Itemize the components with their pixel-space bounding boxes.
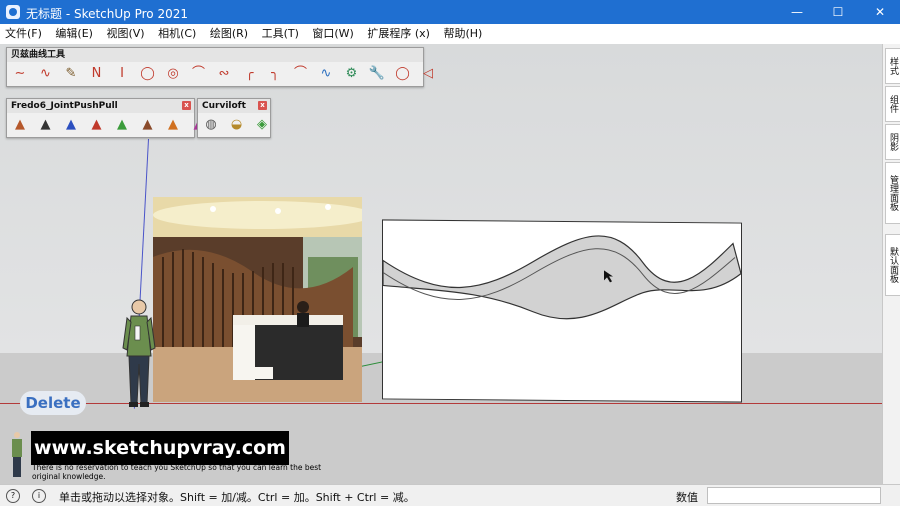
menu-view[interactable]: 视图(V) [101,24,149,44]
bezier-toolbar-label: 贝兹曲线工具 [11,50,66,60]
pushpull-red-icon[interactable]: ▲ [87,116,107,134]
curve-blue-icon[interactable]: ∿ [316,65,336,83]
loft-along-path-icon[interactable]: ◒ [227,116,247,134]
pushpull-green-icon[interactable]: ▲ [112,116,132,134]
watermark-figure [8,431,26,482]
tab-components[interactable]: 组件 [885,86,900,122]
bezier-curve-toolbar: 贝兹曲线工具 ∼ ∿ ✎ Ν I ◯ ◎ ⌒ ∾ ╭ ╮ ⌒ ∿ ⚙ 🔧 ◯ ◁ [6,47,433,87]
menu-camera[interactable]: 相机(C) [153,24,201,44]
window-title: 无标题 - SketchUp Pro 2021 [26,7,188,21]
pushpull-blue-icon[interactable]: ▲ [61,116,81,134]
value-label: 数值 [676,491,698,504]
bezier-toolbar-title: 贝兹曲线工具 [7,48,423,62]
status-bar: ? i 单击或拖动以选择对象。Shift = 加/减。Ctrl = 加。Shif… [0,484,900,506]
tab-default-tray[interactable]: 默认面板 [885,234,900,296]
reference-photo[interactable] [153,197,362,402]
wave-icon[interactable]: ∾ [214,65,234,83]
triangle-icon[interactable]: ◁ [418,65,438,83]
info-icon[interactable]: i [32,489,46,503]
tab-styles[interactable]: 样式 [885,48,900,84]
loft-by-spline-icon[interactable]: ◍ [201,116,221,134]
close-button[interactable]: ✕ [866,3,894,21]
curviloft-toolbar-label: Curviloft [202,101,246,111]
circle-curve-icon[interactable]: ◯ [138,65,158,83]
corner-right-icon[interactable]: ╮ [265,65,285,83]
arc-icon[interactable]: ⌒ [189,65,209,83]
status-message: 单击或拖动以选择对象。Shift = 加/减。Ctrl = 加。Shift + … [59,491,415,504]
fredo-toolbar-close-button[interactable]: x [182,101,191,110]
pushpull-orange-icon[interactable]: ▲ [10,116,30,134]
geo-location-icon[interactable]: ? [6,489,20,503]
curviloft-toolbar-close-button[interactable]: x [258,101,267,110]
segment-icon[interactable]: I [112,65,132,83]
pushpull-brown-icon[interactable]: ▲ [138,116,158,134]
fredo-toolbar-label: Fredo6_JointPushPull [11,101,118,111]
menu-draw[interactable]: 绘图(R) [205,24,253,44]
watermark-note: There is no reservation to teach you Ske… [32,463,322,481]
arc-2-icon[interactable]: ⌒ [291,65,311,83]
spline-icon[interactable]: Ν [87,65,107,83]
menu-extensions[interactable]: 扩展程序 (x) [362,24,435,44]
ellipse-icon[interactable]: ◯ [393,65,413,83]
curviloft-toolbar: Curviloft x ◍ ◒ ◈ [197,98,271,138]
tab-shadows[interactable]: 阴影 [885,124,900,160]
right-tray: 样式 组件 阴影 管理面板 默认面板 [882,44,900,484]
menu-edit[interactable]: 编辑(E) [50,24,98,44]
freehand-icon[interactable]: ✎ [61,65,81,83]
measurements-input[interactable] [707,487,881,504]
polyline-icon[interactable]: ∿ [36,65,56,83]
skinning-icon[interactable]: ◈ [252,116,272,134]
maximize-button[interactable]: ☐ [824,3,852,21]
wrench-icon[interactable]: 🔧 [367,65,387,83]
menu-file[interactable]: 文件(F) [0,24,47,44]
sketchup-app-icon [6,5,20,19]
pushpull-dark-icon[interactable]: ▲ [36,116,56,134]
concentric-icon[interactable]: ◎ [163,65,183,83]
scale-figure[interactable] [121,298,157,413]
menu-bar: 文件(F) 编辑(E) 视图(V) 相机(C) 绘图(R) 工具(T) 窗口(W… [0,24,900,45]
menu-tools[interactable]: 工具(T) [257,24,304,44]
delete-key-badge: Delete [20,391,86,415]
gear-icon[interactable]: ⚙ [342,65,362,83]
menu-window[interactable]: 窗口(W) [307,24,358,44]
menu-help[interactable]: 帮助(H) [438,24,487,44]
fredo-jointpushpull-toolbar: Fredo6_JointPushPull x ▲ ▲ ▲ ▲ ▲ ▲ ▲ ▲ [6,98,204,138]
viewport-canvas[interactable]: 贝兹曲线工具 ∼ ∿ ✎ Ν I ◯ ◎ ⌒ ∾ ╭ ╮ ⌒ ∿ ⚙ 🔧 ◯ ◁… [0,44,882,484]
corner-left-icon[interactable]: ╭ [240,65,260,83]
website-watermark: www.sketchupvray.com [31,431,289,465]
title-bar: 无标题 - SketchUp Pro 2021 — ☐ ✕ [0,0,900,24]
drawn-rectangle[interactable] [382,219,742,403]
pushpull-amber-icon[interactable]: ▲ [163,116,183,134]
bezier-curve-icon[interactable]: ∼ [10,65,30,83]
minimize-button[interactable]: — [783,3,811,21]
tab-manage-tray[interactable]: 管理面板 [885,162,900,224]
